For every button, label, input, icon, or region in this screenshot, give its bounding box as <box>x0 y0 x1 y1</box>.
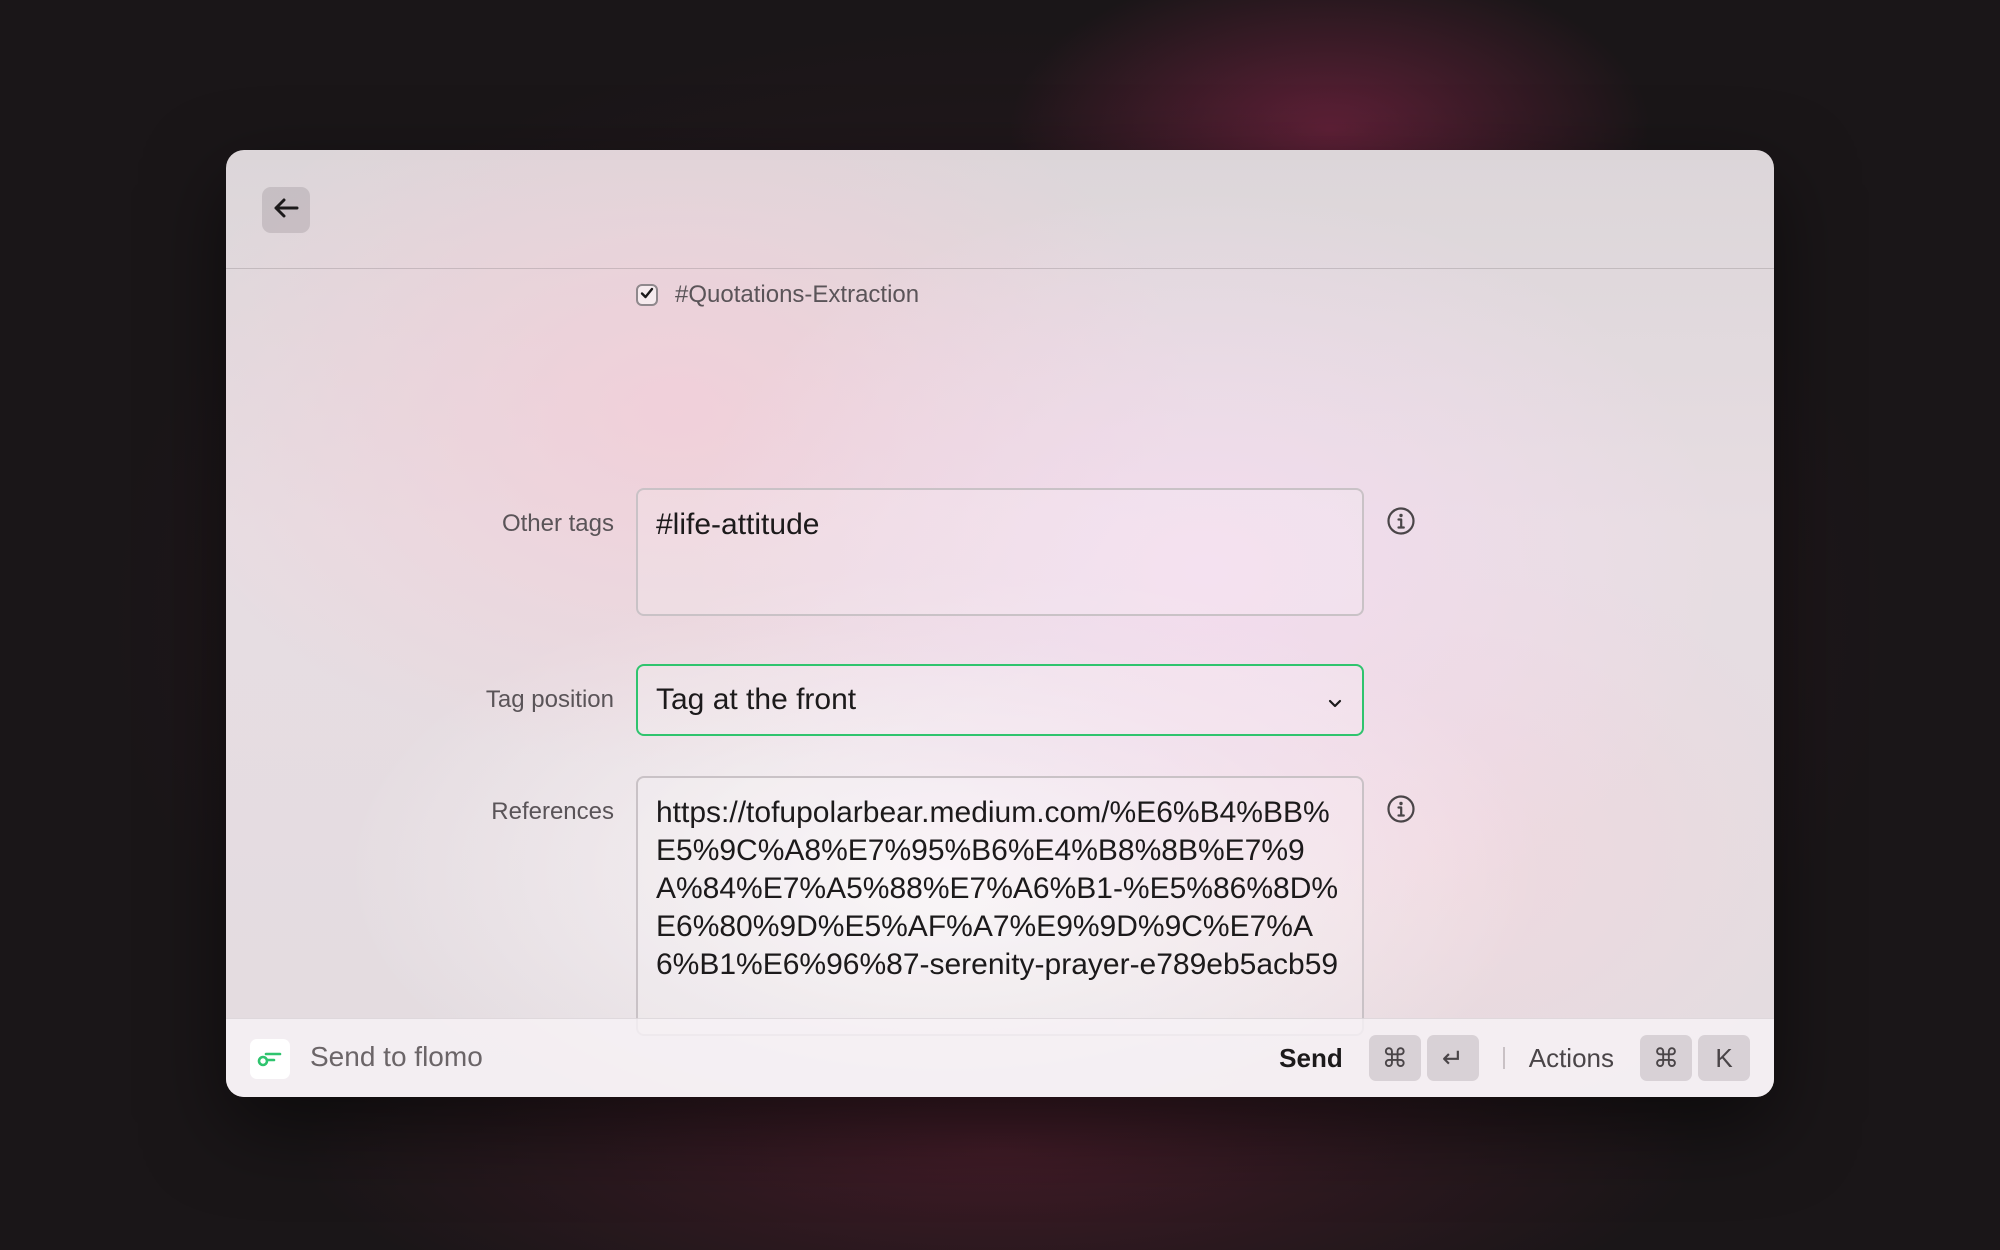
command-key-icon: ⌘ <box>1368 1035 1421 1081</box>
references-info-icon[interactable] <box>1386 794 1416 824</box>
references-input[interactable]: https://tofupolarbear.medium.com/%E6%B4%… <box>636 776 1364 1036</box>
quotations-checkbox-row: #Quotations-Extraction <box>636 280 919 310</box>
tag-position-label: Tag position <box>485 686 614 713</box>
command-title: Send to flomo <box>310 1041 483 1072</box>
quotations-checkbox-label: #Quotations-Extraction <box>675 281 920 308</box>
references-label: References <box>491 798 614 825</box>
return-key-icon: ↵ <box>1426 1035 1479 1081</box>
command-key-icon: ⌘ <box>1640 1035 1692 1081</box>
other-tags-label: Other tags <box>501 510 614 537</box>
tag-position-value: Tag at the front <box>656 683 857 716</box>
tag-position-select[interactable]: Tag at the front <box>636 664 1364 736</box>
footer-divider <box>1502 1047 1505 1069</box>
window-header <box>226 150 1774 269</box>
quotations-checkbox[interactable] <box>636 284 658 306</box>
k-key: K <box>1698 1035 1750 1081</box>
arrow-left-icon <box>273 198 299 223</box>
form-content: #Quotations-Extraction Other tags #life-… <box>226 270 1774 1036</box>
checkmark-icon <box>640 286 654 304</box>
footer-actions: Send ⌘ ↵ Actions ⌘ K <box>1279 1034 1750 1082</box>
other-tags-input[interactable]: #life-attitude <box>636 488 1364 616</box>
chevron-down-icon <box>1326 683 1344 717</box>
send-button[interactable]: Send <box>1279 1043 1343 1074</box>
actions-button[interactable]: Actions <box>1529 1043 1614 1074</box>
flomo-app-icon <box>250 1039 290 1079</box>
other-tags-info-icon[interactable] <box>1386 506 1416 536</box>
back-button[interactable] <box>262 187 310 233</box>
action-bar: Send to flomo Send ⌘ ↵ Actions ⌘ K <box>226 1018 1774 1097</box>
extension-window: #Quotations-Extraction Other tags #life-… <box>226 150 1774 1097</box>
